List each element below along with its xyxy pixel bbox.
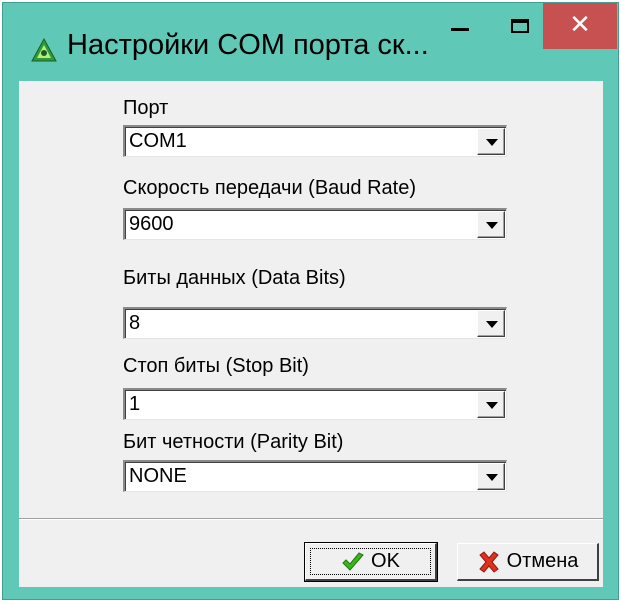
window-title: Настройки COM порта ск... (67, 29, 429, 61)
close-button[interactable]: ✕ (543, 3, 617, 49)
port-select[interactable]: COM1 (123, 125, 507, 157)
data-bits-select[interactable]: 8 (123, 307, 507, 339)
minimize-button[interactable] (429, 3, 491, 49)
stop-bit-select[interactable]: 1 (123, 388, 507, 420)
parity-bit-select-value: NONE (129, 465, 187, 487)
chevron-down-icon[interactable] (477, 128, 505, 155)
settings-window: Настройки COM порта ск... ✕ Порт COM1 Ск… (2, 2, 619, 600)
chevron-down-icon[interactable] (477, 211, 505, 238)
chevron-down-icon[interactable] (477, 310, 505, 337)
parity-bit-select[interactable]: NONE (123, 460, 507, 492)
triangle-logo-icon (31, 37, 57, 62)
data-bits-label: Биты данных (Data Bits) (123, 267, 346, 289)
baud-rate-select-value: 9600 (129, 213, 174, 235)
cancel-button-label: Отмена (506, 550, 579, 572)
stop-bit-label: Стоп биты (Stop Bit) (123, 355, 309, 377)
cancel-button[interactable]: Отмена (457, 543, 599, 581)
settings-form: Порт COM1 Скорость передачи (Baud Rate) … (19, 81, 603, 511)
ok-button[interactable]: OK (304, 542, 438, 582)
baud-rate-label: Скорость передачи (Baud Rate) (123, 177, 417, 199)
maximize-icon (511, 19, 529, 33)
parity-bit-label: Бит четности (Parity Bit) (123, 431, 344, 453)
chevron-down-icon[interactable] (477, 391, 505, 418)
port-label: Порт (123, 97, 169, 119)
chevron-down-icon[interactable] (477, 463, 505, 490)
close-icon: ✕ (569, 10, 591, 40)
divider (19, 518, 603, 520)
stop-bit-select-value: 1 (129, 393, 141, 415)
minimize-icon (451, 27, 469, 31)
title-bar[interactable]: Настройки COM порта ск... ✕ (3, 3, 618, 81)
baud-rate-select[interactable]: 9600 (123, 208, 507, 240)
maximize-button[interactable] (489, 3, 551, 49)
ok-button-label: OK (371, 550, 400, 572)
red-x-icon (478, 550, 499, 573)
port-select-value: COM1 (129, 130, 187, 152)
dialog-body: Порт COM1 Скорость передачи (Baud Rate) … (19, 81, 603, 587)
data-bits-select-value: 8 (129, 312, 141, 334)
